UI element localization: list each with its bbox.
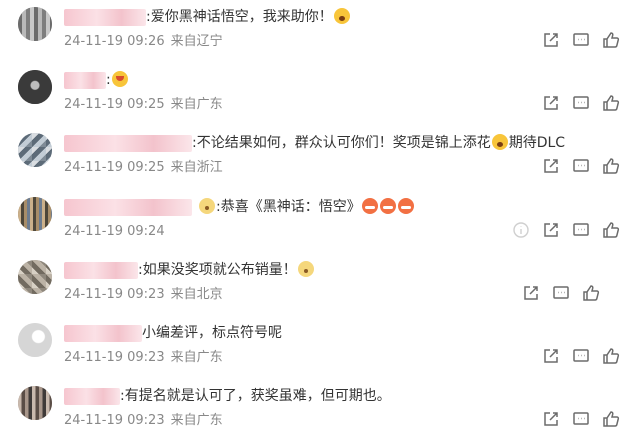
- reply-icon[interactable]: [542, 221, 560, 239]
- avatar[interactable]: [18, 70, 52, 104]
- comment-icon[interactable]: [572, 157, 590, 175]
- reply-icon[interactable]: [542, 410, 560, 428]
- like-icon[interactable]: [582, 284, 600, 302]
- comment-text: :如果没奖项就公布销量！: [138, 260, 315, 280]
- comment-item: : 24-11-19 09:25 来自广东: [0, 63, 640, 127]
- reply-icon[interactable]: [542, 157, 560, 175]
- comment-meta: 24-11-19 09:24: [64, 223, 165, 241]
- username-blurred[interactable]: [64, 135, 192, 152]
- username-blurred[interactable]: [64, 325, 142, 342]
- surprised-emoji-icon: [491, 134, 508, 150]
- reply-icon[interactable]: [542, 94, 560, 112]
- comment-meta: 24-11-19 09:25 来自广东: [64, 96, 223, 114]
- avatar[interactable]: [18, 323, 52, 357]
- avatar[interactable]: [18, 197, 52, 231]
- comment-text: 小编差评，标点符号呢: [142, 325, 282, 341]
- comment-text: :恭喜《黑神话：悟空》: [198, 197, 415, 217]
- comment-meta: 24-11-19 09:23 来自北京: [64, 286, 223, 304]
- avatar[interactable]: [18, 7, 52, 41]
- comment-date: 24-11-19 09:23: [64, 350, 165, 365]
- surprised-emoji-icon: [333, 8, 350, 24]
- reply-icon[interactable]: [542, 347, 560, 365]
- comment-date: 24-11-19 09:23: [64, 413, 165, 428]
- comment-location: 来自广东: [170, 350, 223, 365]
- comment-text: :有提名就是认可了，获奖虽难，但可期也。: [120, 388, 391, 404]
- like-icon[interactable]: [602, 157, 620, 175]
- comment-date: 24-11-19 09:25: [64, 160, 165, 175]
- cat-emoji-icon: [297, 261, 314, 277]
- comment-meta: 24-11-19 09:23 来自广东: [64, 349, 223, 367]
- comment-icon[interactable]: [572, 221, 590, 239]
- comment-icon[interactable]: [572, 31, 590, 49]
- comment-item: :恭喜《黑神话：悟空》 24-11-19 09:24: [0, 190, 640, 254]
- comment-meta: 24-11-19 09:25 来自浙江: [64, 159, 223, 177]
- info-icon[interactable]: [512, 221, 530, 239]
- comment-text: :: [106, 70, 129, 90]
- reply-icon[interactable]: [522, 284, 540, 302]
- username-blurred[interactable]: [64, 72, 106, 89]
- username-blurred[interactable]: [64, 199, 192, 216]
- comment-location: 来自浙江: [170, 160, 223, 175]
- comment-meta: 24-11-19 09:23 来自广东: [64, 412, 223, 430]
- medal-emoji-icon: [199, 198, 215, 214]
- avatar[interactable]: [18, 133, 52, 167]
- username-blurred[interactable]: [64, 262, 138, 279]
- avatar[interactable]: [18, 260, 52, 294]
- comment-date: 24-11-19 09:23: [64, 287, 165, 302]
- comment-location: 来自北京: [170, 287, 223, 302]
- comment-item: 小编差评，标点符号呢 24-11-19 09:23 来自广东: [0, 316, 640, 380]
- comment-item: :如果没奖项就公布销量！ 24-11-19 09:23 来自北京: [0, 253, 640, 317]
- comment-location: 来自广东: [170, 97, 223, 112]
- comment-text: :爱你黑神话悟空，我来助你！: [146, 7, 351, 27]
- like-icon[interactable]: [602, 410, 620, 428]
- comment-location: 来自辽宁: [170, 34, 223, 49]
- comment-location: 来自广东: [170, 413, 223, 428]
- angry-emoji-icon: [397, 198, 414, 214]
- comment-icon[interactable]: [572, 410, 590, 428]
- comment-icon[interactable]: [572, 94, 590, 112]
- like-icon[interactable]: [602, 94, 620, 112]
- comment-item: :爱你黑神话悟空，我来助你！ 24-11-19 09:26 来自辽宁: [0, 0, 640, 64]
- like-icon[interactable]: [602, 221, 620, 239]
- heart-eyes-emoji-icon: [111, 71, 128, 87]
- angry-emoji-icon: [361, 198, 378, 214]
- username-blurred[interactable]: [64, 388, 120, 405]
- comment-icon[interactable]: [572, 347, 590, 365]
- comment-item: :不论结果如何，群众认可你们！奖项是锦上添花 期待DLC 24-11-19 09:…: [0, 126, 640, 190]
- angry-emoji-icon: [379, 198, 396, 214]
- username-blurred[interactable]: [64, 9, 146, 26]
- comment-item: :有提名就是认可了，获奖虽难，但可期也。 24-11-19 09:23 来自广东: [0, 379, 640, 443]
- avatar[interactable]: [18, 386, 52, 420]
- comment-date: 24-11-19 09:24: [64, 224, 165, 239]
- comment-date: 24-11-19 09:25: [64, 97, 165, 112]
- like-icon[interactable]: [602, 31, 620, 49]
- like-icon[interactable]: [602, 347, 620, 365]
- comment-meta: 24-11-19 09:26 来自辽宁: [64, 33, 223, 51]
- reply-icon[interactable]: [542, 31, 560, 49]
- comment-icon[interactable]: [552, 284, 570, 302]
- comment-text: :不论结果如何，群众认可你们！奖项是锦上添花 期待DLC: [192, 134, 566, 151]
- comment-date: 24-11-19 09:26: [64, 34, 165, 49]
